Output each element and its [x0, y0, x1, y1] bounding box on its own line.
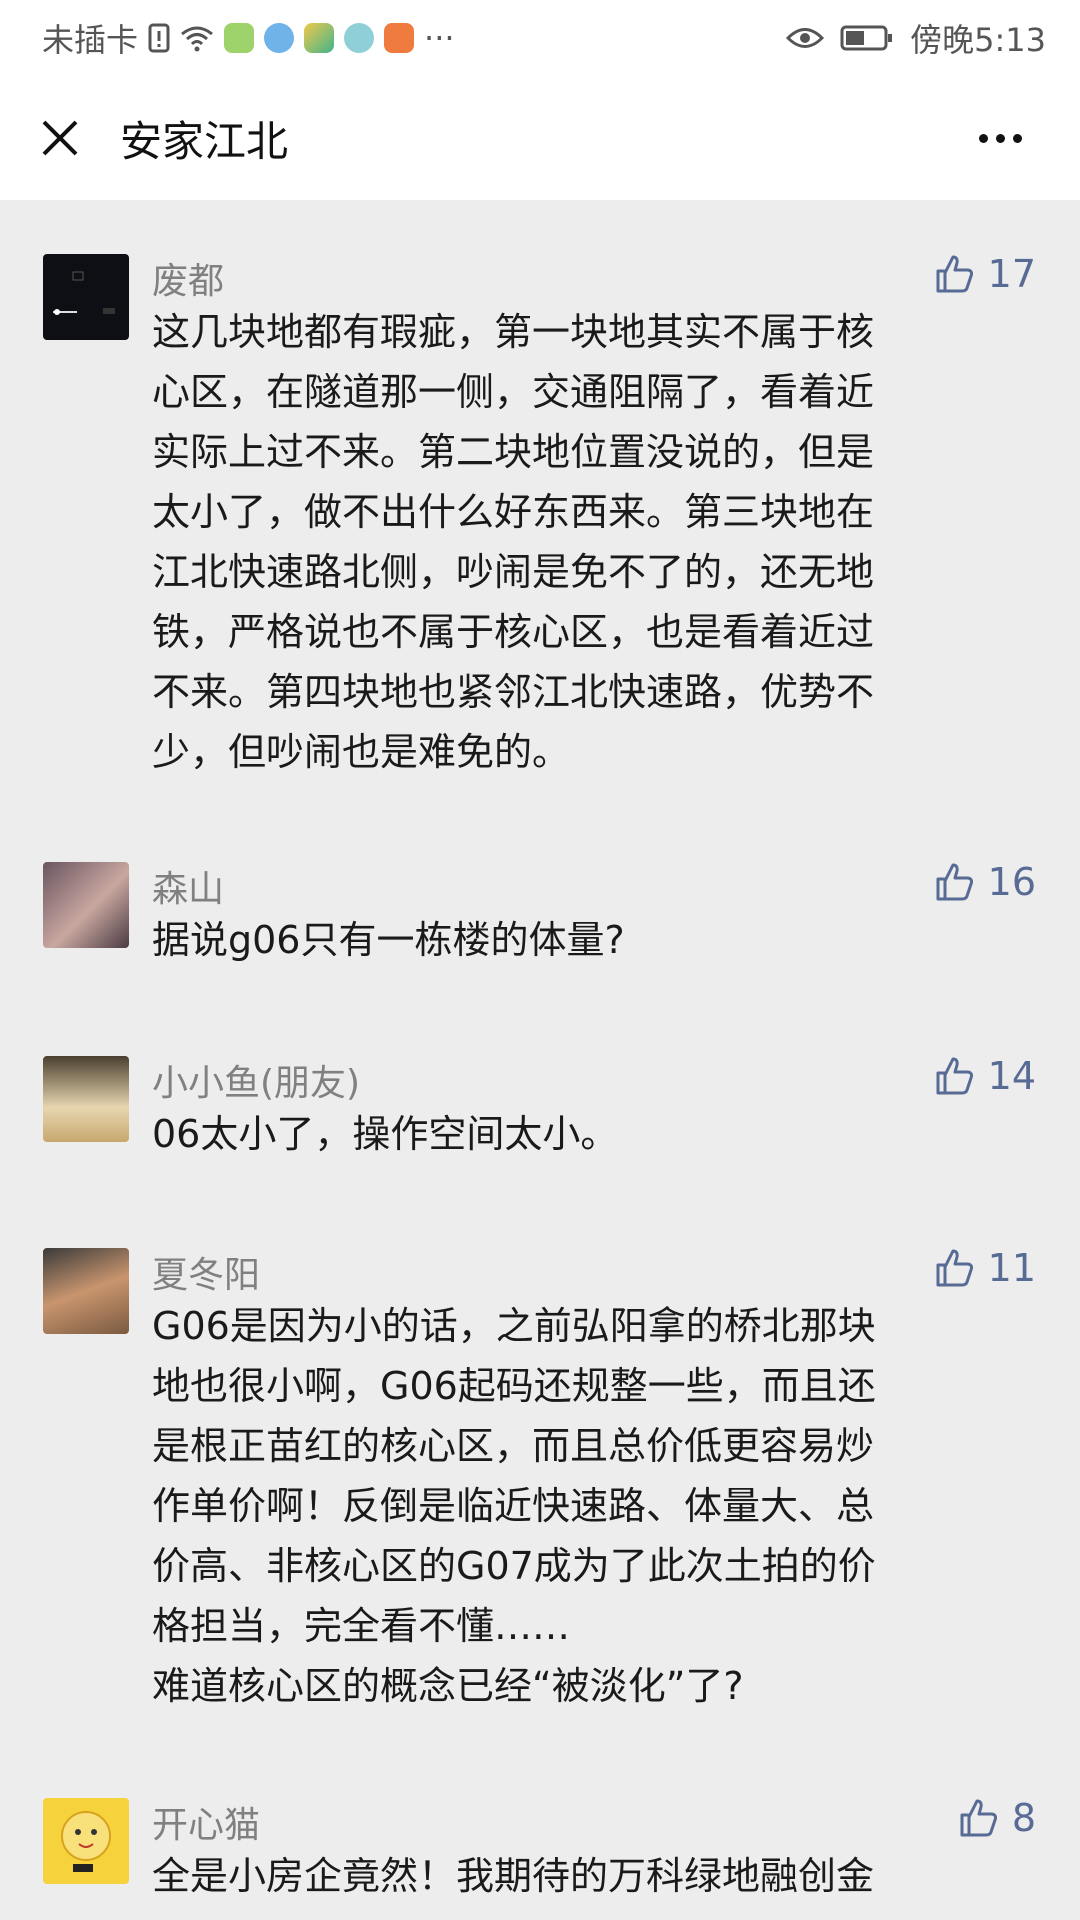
comment-line: 江北快速路北侧，吵闹是免不了的，还无地 — [152, 550, 875, 594]
comment-text: G06是因为小的话，之前弘阳拿的桥北那块 地也很小啊，G06起码还规整一些，而且… — [152, 1296, 1012, 1716]
comment-author[interactable]: 废都 — [152, 252, 224, 304]
more-notifications-icon: ··· — [424, 19, 455, 57]
comment-line: 不来。第四块地也紧邻江北快速路，优势不 — [152, 670, 875, 714]
clock: 傍晚5:13 — [910, 21, 1046, 59]
thumbs-up-icon — [936, 863, 973, 901]
thumbs-up-icon — [936, 1249, 973, 1287]
like-button[interactable]: 17 — [934, 252, 1036, 296]
more-dot-icon — [1013, 133, 1022, 143]
comment-line: 地也很小啊，G06起码还规整一些，而且还 — [152, 1364, 876, 1408]
carrier-label: 未插卡 — [42, 21, 139, 59]
comment-text: 全是小房企竟然！我期待的万科绿地融创金 — [152, 1846, 1012, 1906]
comment-line: 实际上过不来。第二块地位置没说的，但是 — [152, 430, 875, 474]
comment-author[interactable]: 开心猫 — [152, 1796, 260, 1848]
like-button[interactable]: 8 — [958, 1796, 1036, 1840]
globe-app-icon — [344, 23, 375, 53]
comment-line: G06是因为小的话，之前弘阳拿的桥北那块 — [152, 1304, 876, 1348]
avatar[interactable] — [43, 1248, 129, 1334]
comment-line: 铁，严格说也不属于核心区，也是看着近过 — [152, 610, 875, 654]
like-button[interactable]: 11 — [934, 1246, 1036, 1290]
comment-line: 格担当，完全看不懂…… — [152, 1604, 571, 1648]
like-count: 11 — [987, 1246, 1036, 1290]
comment-line: 作单价啊！反倒是临近快速路、体量大、总 — [152, 1484, 875, 1528]
eye-comfort-icon — [786, 25, 825, 51]
like-button[interactable]: 14 — [934, 1054, 1036, 1098]
comment-text: 据说g06只有一栋楼的体量? — [152, 910, 1012, 970]
comment-text: 06太小了，操作空间太小。 — [152, 1104, 1012, 1164]
comment-author[interactable]: 小小鱼(朋友) — [152, 1054, 360, 1106]
more-dot-icon — [996, 133, 1005, 143]
comment-text: 这几块地都有瑕疵，第一块地其实不属于核 心区，在隧道那一侧，交通阻隔了，看着近 … — [152, 302, 1012, 782]
like-count: 8 — [1011, 1796, 1036, 1840]
browser-app-icon — [264, 23, 295, 53]
avatar[interactable] — [43, 1798, 129, 1884]
battery-icon — [840, 24, 894, 52]
comment-line: 心区，在隧道那一侧，交通阻隔了，看着近 — [152, 370, 875, 414]
video-app-icon — [304, 23, 335, 53]
page-title: 安家江北 — [120, 116, 289, 166]
comment-line: 是根正苗红的核心区，而且总价低更容易炒 — [152, 1424, 875, 1468]
avatar[interactable] — [43, 254, 129, 340]
close-icon[interactable] — [40, 118, 80, 158]
comment-line: 价高、非核心区的G07成为了此次土拍的价 — [152, 1544, 876, 1588]
like-count: 14 — [987, 1054, 1036, 1098]
comment-line: 少，但吵闹也是难免的。 — [152, 730, 571, 774]
comment-line: 据说g06只有一栋楼的体量? — [152, 918, 625, 962]
comment-author[interactable]: 夏冬阳 — [152, 1246, 260, 1298]
thumbs-up-icon — [936, 1057, 973, 1095]
comment-line: 难道核心区的概念已经“被淡化”了? — [152, 1664, 744, 1708]
wifi-icon — [180, 24, 214, 52]
comment-author[interactable]: 森山 — [152, 860, 224, 912]
avatar[interactable] — [43, 1056, 129, 1142]
like-count: 17 — [987, 252, 1036, 296]
notepad-app-icon — [224, 23, 255, 53]
like-count: 16 — [987, 860, 1036, 904]
comment-line: 这几块地都有瑕疵，第一块地其实不属于核 — [152, 310, 875, 354]
comment-line: 06太小了，操作空间太小。 — [152, 1112, 619, 1156]
thumbs-up-icon — [936, 255, 973, 293]
like-button[interactable]: 16 — [934, 860, 1036, 904]
sim-alert-icon — [148, 23, 170, 53]
thumbs-up-icon — [960, 1799, 997, 1837]
comment-line: 全是小房企竟然！我期待的万科绿地融创金 — [152, 1854, 875, 1898]
play-app-icon — [384, 23, 415, 53]
nav-bar: 安家江北 — [0, 76, 1080, 200]
more-dot-icon — [979, 133, 988, 143]
avatar[interactable] — [43, 862, 129, 948]
comment-line: 太小了，做不出什么好东西来。第三块地在 — [152, 490, 875, 534]
status-bar: 未插卡 ··· 傍晚5:13 — [0, 0, 1080, 76]
more-options-button[interactable] — [961, 124, 1040, 153]
